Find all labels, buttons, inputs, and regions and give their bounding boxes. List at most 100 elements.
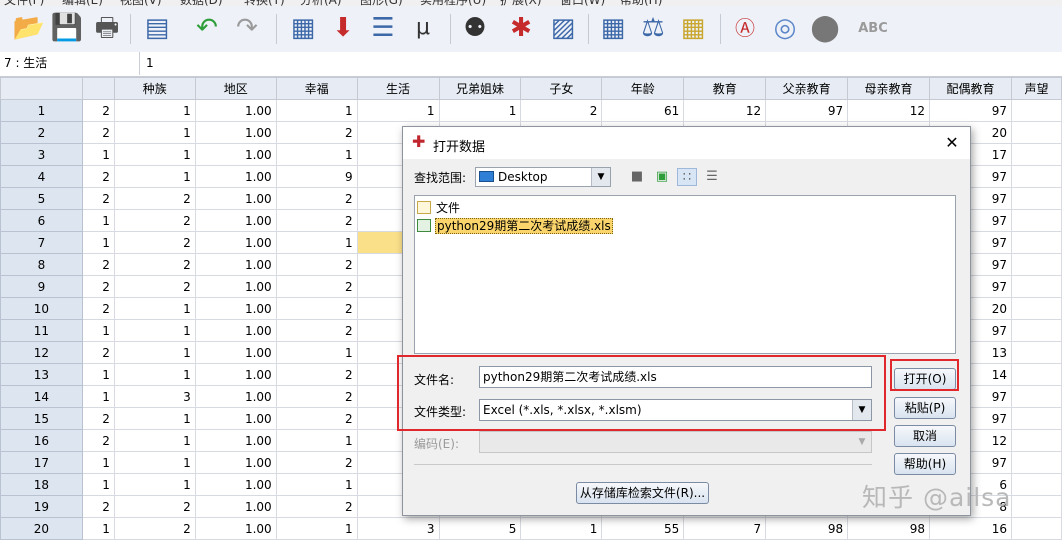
row-number[interactable]: 20: [0, 517, 83, 540]
table-cell[interactable]: [1010, 473, 1062, 496]
table-cell[interactable]: 1: [275, 341, 358, 364]
table-cell[interactable]: 1: [81, 473, 115, 496]
table-cell[interactable]: 2: [275, 275, 358, 298]
table-cell[interactable]: 1.00: [194, 209, 277, 232]
table-cell[interactable]: [1010, 451, 1062, 474]
table-cell[interactable]: 1.00: [194, 363, 277, 386]
table-cell[interactable]: 2: [81, 99, 115, 122]
row-number[interactable]: 4: [0, 165, 83, 188]
column-header[interactable]: 年龄: [601, 77, 685, 100]
table-cell[interactable]: 1: [356, 99, 440, 122]
table-cell[interactable]: 2: [113, 231, 196, 254]
row-number[interactable]: 18: [0, 473, 83, 496]
table-cell[interactable]: 1.00: [194, 495, 277, 518]
table-cell[interactable]: 1: [113, 407, 196, 430]
insert-variable-icon[interactable]: ▨: [546, 10, 580, 46]
help-button[interactable]: 帮助(H): [894, 453, 956, 475]
table-cell[interactable]: 1: [81, 319, 115, 342]
table-cell[interactable]: [1010, 231, 1062, 254]
table-cell[interactable]: [1010, 275, 1062, 298]
table-cell[interactable]: 1.00: [194, 253, 277, 276]
table-cell[interactable]: 1: [275, 473, 358, 496]
table-cell[interactable]: [1010, 99, 1062, 122]
table-cell[interactable]: 2: [275, 253, 358, 276]
row-header-corner[interactable]: [0, 77, 83, 100]
row-number[interactable]: 16: [0, 429, 83, 452]
column-header[interactable]: 母亲教育: [847, 77, 931, 100]
split-file-icon[interactable]: ▦: [596, 10, 630, 46]
table-cell[interactable]: [1010, 363, 1062, 386]
table-cell[interactable]: 2: [81, 187, 115, 210]
dialog-recall-icon[interactable]: ▤: [140, 10, 174, 46]
table-cell[interactable]: 55: [601, 517, 685, 540]
table-cell[interactable]: 1.00: [194, 319, 277, 342]
table-cell[interactable]: 1.00: [194, 165, 277, 188]
row-number[interactable]: 5: [0, 187, 83, 210]
table-cell[interactable]: [1010, 297, 1062, 320]
table-cell[interactable]: 16: [929, 517, 1012, 540]
table-cell[interactable]: 1: [113, 121, 196, 144]
table-cell[interactable]: 1: [81, 209, 115, 232]
row-number[interactable]: 3: [0, 143, 83, 166]
table-cell[interactable]: 1: [275, 231, 358, 254]
table-cell[interactable]: 1: [275, 517, 358, 540]
row-number[interactable]: 10: [0, 297, 83, 320]
table-cell[interactable]: 1: [81, 143, 115, 166]
details-view-icon[interactable]: ☰: [702, 168, 722, 186]
up-folder-icon[interactable]: ■: [627, 168, 647, 186]
table-cell[interactable]: 1: [113, 297, 196, 320]
table-cell[interactable]: 1.00: [194, 99, 277, 122]
table-cell[interactable]: 2: [81, 429, 115, 452]
spell-check-icon[interactable]: ABC: [856, 10, 890, 46]
row-number[interactable]: 1: [0, 99, 83, 122]
table-cell[interactable]: 5: [438, 517, 522, 540]
table-cell[interactable]: 1: [275, 143, 358, 166]
table-cell[interactable]: 1: [275, 429, 358, 452]
table-cell[interactable]: 2: [520, 99, 603, 122]
save-icon[interactable]: 💾: [50, 10, 84, 46]
table-cell[interactable]: [1010, 407, 1062, 430]
row-number[interactable]: 7: [0, 231, 83, 254]
row-number[interactable]: 13: [0, 363, 83, 386]
table-cell[interactable]: 1: [113, 429, 196, 452]
table-cell[interactable]: 98: [847, 517, 931, 540]
redo-icon[interactable]: ↷: [230, 10, 264, 46]
list-item-folder[interactable]: 文件: [417, 200, 461, 216]
table-cell[interactable]: 1.00: [194, 341, 277, 364]
new-folder-icon[interactable]: ▣: [652, 168, 672, 186]
table-cell[interactable]: 1.00: [194, 143, 277, 166]
table-cell[interactable]: 1: [113, 451, 196, 474]
row-number[interactable]: 8: [0, 253, 83, 276]
table-cell[interactable]: [1010, 319, 1062, 342]
table-cell[interactable]: 1.00: [194, 517, 277, 540]
table-cell[interactable]: 2: [275, 121, 358, 144]
table-cell[interactable]: 2: [275, 209, 358, 232]
table-cell[interactable]: 2: [113, 253, 196, 276]
row-number[interactable]: 15: [0, 407, 83, 430]
table-cell[interactable]: 9: [275, 165, 358, 188]
table-cell[interactable]: 2: [113, 275, 196, 298]
row-number[interactable]: 11: [0, 319, 83, 342]
lookin-dropdown[interactable]: Desktop ▼: [475, 167, 611, 187]
table-cell[interactable]: 2: [113, 517, 196, 540]
table-cell[interactable]: [1010, 143, 1062, 166]
list-item-file[interactable]: python29期第二次考试成绩.xls: [417, 218, 613, 234]
find-icon[interactable]: ⚉: [458, 10, 492, 46]
table-cell[interactable]: 1: [113, 319, 196, 342]
table-cell[interactable]: 3: [113, 385, 196, 408]
close-button[interactable]: ✕: [940, 131, 964, 155]
table-cell[interactable]: [1010, 429, 1062, 452]
print-icon[interactable]: 🖶: [90, 10, 124, 46]
table-cell[interactable]: 1: [438, 99, 522, 122]
column-header[interactable]: [81, 77, 115, 100]
table-cell[interactable]: 1.00: [194, 275, 277, 298]
table-cell[interactable]: 1: [113, 165, 196, 188]
table-cell[interactable]: [1010, 517, 1062, 540]
table-cell[interactable]: [1010, 341, 1062, 364]
row-number[interactable]: 2: [0, 121, 83, 144]
table-cell[interactable]: 12: [683, 99, 767, 122]
table-cell[interactable]: 2: [275, 495, 358, 518]
table-cell[interactable]: 12: [847, 99, 931, 122]
table-cell[interactable]: [1010, 165, 1062, 188]
column-header[interactable]: 生活: [356, 77, 440, 100]
